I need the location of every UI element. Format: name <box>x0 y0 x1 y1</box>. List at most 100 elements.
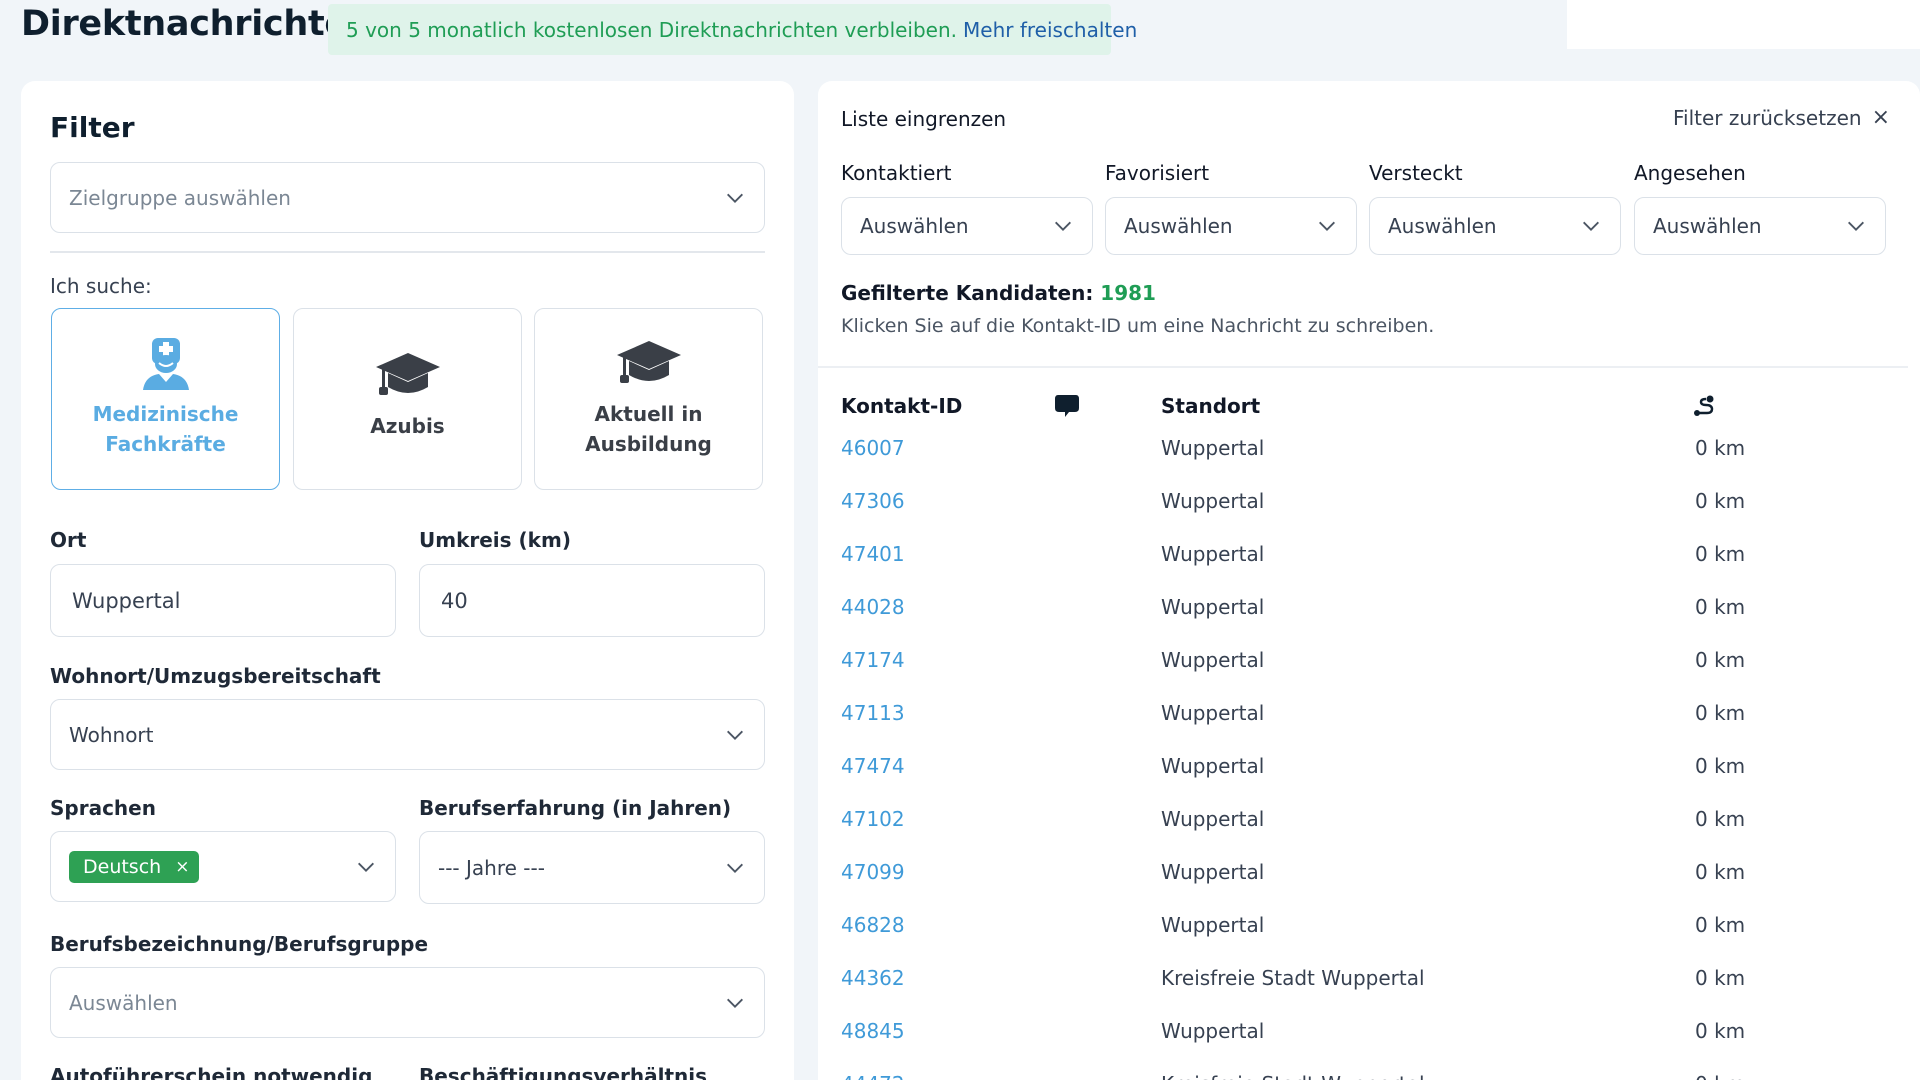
category-label: Fachkräfte <box>105 432 226 456</box>
candidate-list-panel: Liste eingrenzen Filter zurücksetzen × K… <box>818 81 1920 1080</box>
location-cell: Wuppertal <box>1161 859 1265 884</box>
list-hint: Klicken Sie auf die Kontakt-ID um eine N… <box>841 315 1435 337</box>
contact-id-link[interactable]: 47102 <box>841 792 905 845</box>
beruf-placeholder: Auswählen <box>69 990 178 1015</box>
chevron-down-icon <box>1319 221 1335 231</box>
location-cell: Wuppertal <box>1161 488 1265 513</box>
category-in-training[interactable]: Aktuell in Ausbildung <box>534 308 763 490</box>
contact-id-link[interactable]: 48845 <box>841 1004 905 1057</box>
location-cell: Wuppertal <box>1161 1018 1265 1043</box>
reset-filter-button[interactable]: Filter zurücksetzen × <box>1673 105 1890 130</box>
chevron-down-icon <box>1583 221 1599 231</box>
erfahrung-value: --- Jahre --- <box>438 855 545 880</box>
distance-cell: 0 km <box>1695 1018 1746 1043</box>
chevron-down-icon <box>727 193 743 203</box>
kontaktiert-value: Auswählen <box>860 214 969 238</box>
reset-filter-label: Filter zurücksetzen <box>1672 105 1862 130</box>
medical-staff-icon <box>141 333 191 395</box>
distance-cell: 0 km <box>1695 965 1746 990</box>
chevron-down-icon <box>727 998 743 1008</box>
location-cell: Wuppertal <box>1161 700 1265 725</box>
chevron-down-icon <box>1055 221 1071 231</box>
erfahrung-select[interactable]: --- Jahre --- <box>419 831 765 904</box>
graduation-cap-icon <box>374 345 442 407</box>
table-row: 47099 Wuppertal 0 km <box>818 845 1908 898</box>
target-group-placeholder: Zielgruppe auswählen <box>69 185 291 210</box>
angesehen-value: Auswählen <box>1653 214 1762 238</box>
favorisiert-select[interactable]: Auswählen <box>1105 197 1357 255</box>
chevron-down-icon <box>358 862 374 872</box>
table-row: 47113 Wuppertal 0 km <box>818 686 1908 739</box>
location-cell: Wuppertal <box>1161 647 1265 672</box>
remove-tag-icon[interactable]: × <box>175 857 189 877</box>
unlock-more-link[interactable]: Mehr freischalten <box>963 18 1137 42</box>
filtered-count-value: 1981 <box>1100 281 1156 305</box>
contact-id-link[interactable]: 46828 <box>841 898 905 951</box>
distance-cell: 0 km <box>1695 700 1746 725</box>
category-label: Azubis <box>370 414 445 438</box>
beruf-select[interactable]: Auswählen <box>50 967 765 1038</box>
category-label: Medizinische <box>92 402 239 426</box>
table-row: 47401 Wuppertal 0 km <box>818 527 1908 580</box>
table-row: 47174 Wuppertal 0 km <box>818 633 1908 686</box>
contact-id-link[interactable]: 46007 <box>841 421 905 474</box>
contact-id-link[interactable]: 47474 <box>841 739 905 792</box>
quota-text: 5 von 5 monatlich kostenlosen Direktnach… <box>346 17 958 42</box>
versteckt-value: Auswählen <box>1388 214 1497 238</box>
contact-id-link[interactable]: 44472 <box>841 1057 905 1080</box>
contact-id-link[interactable]: 44362 <box>841 951 905 1004</box>
fuehrerschein-label: Autoführerschein notwendig <box>50 1064 373 1080</box>
versteckt-select[interactable]: Auswählen <box>1369 197 1621 255</box>
wohnort-select[interactable]: Wohnort <box>50 699 765 770</box>
language-tag-label: Deutsch <box>83 855 162 878</box>
umkreis-label: Umkreis (km) <box>419 528 571 552</box>
distance-cell: 0 km <box>1695 488 1746 513</box>
table-row: 47306 Wuppertal 0 km <box>818 474 1908 527</box>
location-cell: Kreisfreie Stadt Wuppertal <box>1161 1057 1425 1080</box>
sprachen-select[interactable]: Deutsch × <box>50 831 396 902</box>
category-azubis[interactable]: Azubis <box>293 308 522 490</box>
table-row: 44028 Wuppertal 0 km <box>818 580 1908 633</box>
distance-cell: 0 km <box>1695 647 1746 672</box>
angesehen-label: Angesehen <box>1634 161 1746 185</box>
umkreis-input[interactable]: 40 <box>419 564 765 637</box>
location-cell: Kreisfreie Stadt Wuppertal <box>1161 965 1425 990</box>
table-row: 47102 Wuppertal 0 km <box>818 792 1908 845</box>
target-group-select[interactable]: Zielgruppe auswählen <box>50 162 765 233</box>
filter-divider <box>50 251 765 253</box>
sprachen-label: Sprachen <box>50 796 156 820</box>
category-label: Ausbildung <box>585 432 712 456</box>
close-icon: × <box>1871 105 1890 130</box>
table-row: 46007 Wuppertal 0 km <box>818 421 1908 474</box>
ort-input[interactable]: Wuppertal <box>50 564 396 637</box>
chevron-down-icon <box>727 863 743 873</box>
list-filter-title: Liste eingrenzen <box>841 107 1007 131</box>
filter-title: Filter <box>50 111 135 144</box>
category-label: Aktuell in <box>594 402 703 426</box>
beschaeftigung-label: Beschäftigungsverhältnis <box>419 1064 708 1080</box>
table-row: 46828 Wuppertal 0 km <box>818 898 1908 951</box>
contact-id-link[interactable]: 47401 <box>841 527 905 580</box>
distance-cell: 0 km <box>1695 912 1746 937</box>
category-medical-staff[interactable]: Medizinische Fachkräfte <box>51 308 280 490</box>
contact-id-link[interactable]: 47306 <box>841 474 905 527</box>
contact-id-link[interactable]: 47174 <box>841 633 905 686</box>
contact-id-link[interactable]: 47099 <box>841 845 905 898</box>
distance-cell: 0 km <box>1695 806 1746 831</box>
beruf-label: Berufsbezeichnung/Berufsgruppe <box>50 932 429 956</box>
chevron-down-icon <box>727 730 743 740</box>
language-tag: Deutsch × <box>69 850 200 883</box>
kontaktiert-select[interactable]: Auswählen <box>841 197 1093 255</box>
location-cell: Wuppertal <box>1161 594 1265 619</box>
angesehen-select[interactable]: Auswählen <box>1634 197 1886 255</box>
location-cell: Wuppertal <box>1161 435 1265 460</box>
table-row: 48845 Wuppertal 0 km <box>818 1004 1908 1057</box>
search-label: Ich suche: <box>50 274 152 298</box>
contact-id-link[interactable]: 44028 <box>841 580 905 633</box>
distance-cell: 0 km <box>1695 541 1746 566</box>
contact-id-link[interactable]: 47113 <box>841 686 905 739</box>
favorisiert-value: Auswählen <box>1124 214 1233 238</box>
wohnort-label: Wohnort/Umzugsbereitschaft <box>50 664 381 688</box>
wohnort-value: Wohnort <box>69 722 154 747</box>
quota-banner: 5 von 5 monatlich kostenlosen Direktnach… <box>328 4 1137 55</box>
